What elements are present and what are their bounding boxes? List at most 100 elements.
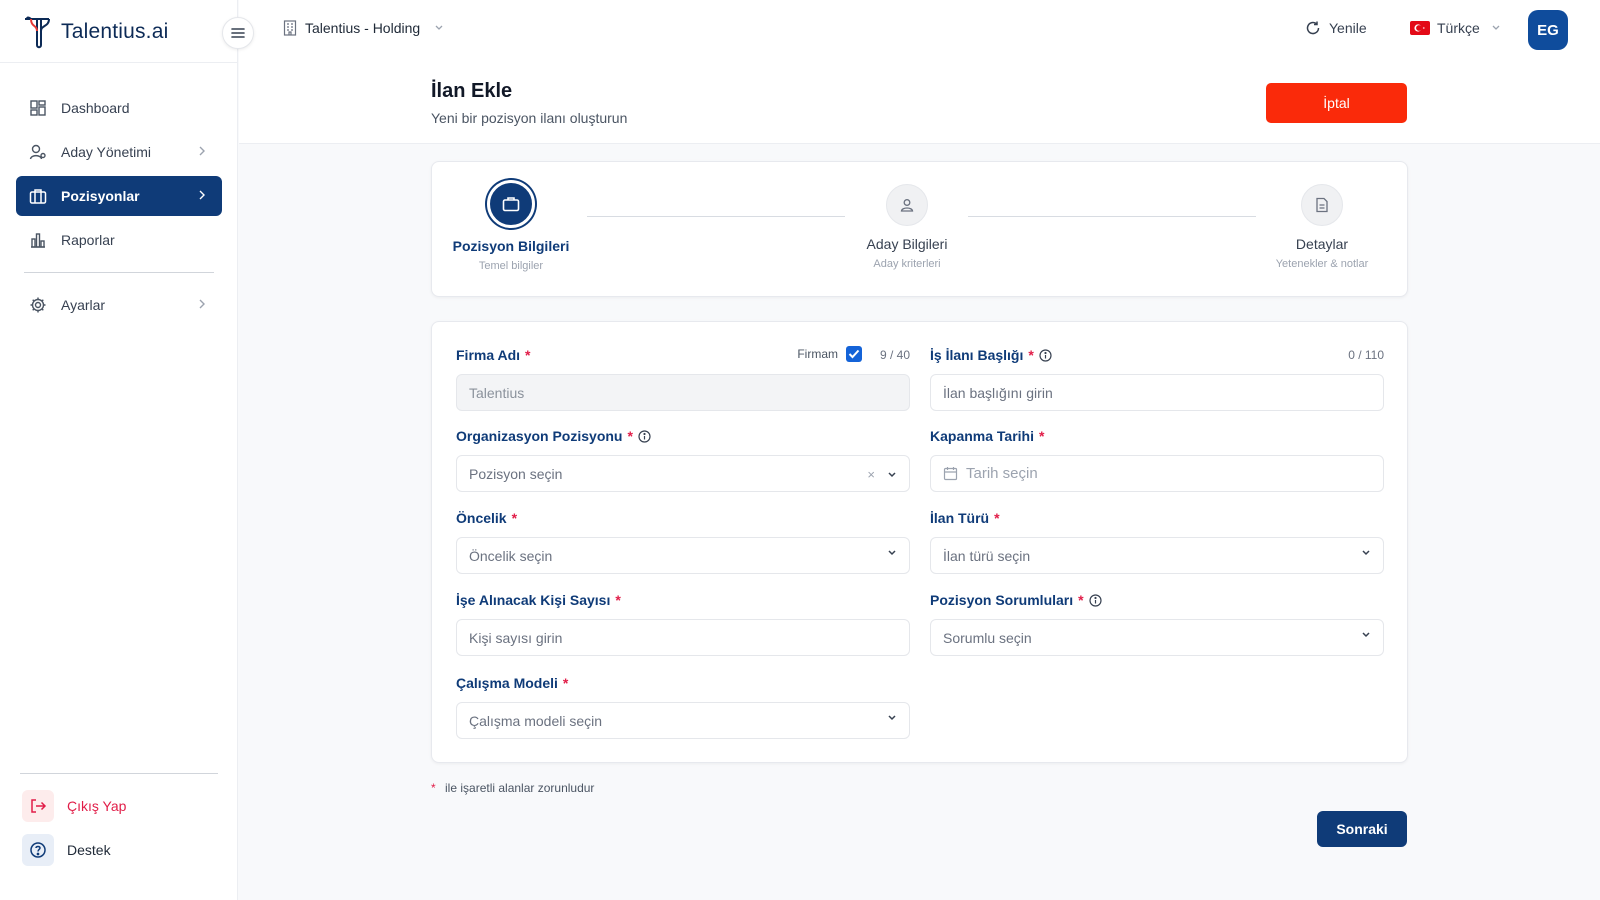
user-icon	[29, 143, 47, 161]
sorumlular-select[interactable]: Sorumlu seçin	[930, 619, 1384, 656]
sidebar-item-dashboard[interactable]: Dashboard	[16, 88, 222, 128]
building-icon	[283, 20, 297, 36]
logo-row: Talentius.ai	[0, 0, 238, 63]
briefcase-icon	[487, 180, 535, 228]
chevron-down-icon	[887, 714, 897, 722]
org-pozisyon-label: Organizasyon Pozisyonu	[456, 428, 623, 444]
step-detaylar[interactable]: Detaylar Yetenekler & notlar	[1252, 184, 1392, 270]
firma-adi-label: Firma Adı	[456, 347, 521, 363]
field-label: Öncelik *	[456, 509, 910, 527]
language-selector[interactable]: Türkçe	[1410, 20, 1501, 36]
required-mark: *	[627, 428, 633, 444]
kapanma-tarihi-datepicker[interactable]: Tarih seçin	[930, 455, 1384, 492]
placeholder: Kişi sayısı girin	[469, 629, 563, 646]
select-controls: ×	[867, 467, 897, 482]
nav-divider	[24, 272, 214, 273]
page-title: İlan Ekle	[431, 80, 513, 102]
org-pozisyon-field: Organizasyon Pozisyonu * Pozisyon seçin …	[456, 427, 910, 492]
company-selector[interactable]: Talentius - Holding	[283, 20, 444, 36]
avatar[interactable]: EG	[1528, 10, 1568, 50]
menu-icon	[231, 27, 245, 39]
kisi-sayisi-input[interactable]: Kişi sayısı girin	[456, 619, 910, 656]
required-mark: *	[1028, 347, 1034, 363]
field-label: İş İlanı Başlığı *	[930, 346, 1384, 364]
logout-label: Çıkış Yap	[67, 798, 127, 814]
sidebar-item-raporlar[interactable]: Raporlar	[16, 220, 222, 260]
refresh-label: Yenile	[1329, 20, 1367, 36]
sidebar-item-label: Aday Yönetimi	[61, 144, 152, 160]
cancel-button[interactable]: İptal	[1266, 83, 1407, 123]
gear-icon	[29, 296, 47, 314]
grid-icon	[29, 99, 47, 117]
calisma-modeli-field: Çalışma Modeli * Çalışma modeli seçin	[456, 674, 910, 739]
firma-adi-input[interactable]: Talentius	[456, 374, 910, 411]
company-name: Talentius - Holding	[305, 20, 421, 36]
refresh-button[interactable]: Yenile	[1305, 20, 1367, 36]
chevron-down-icon	[1361, 549, 1371, 557]
sidebar-item-aday-yonetimi[interactable]: Aday Yönetimi	[16, 132, 222, 172]
language-label: Türkçe	[1437, 20, 1480, 36]
step-label: Detaylar	[1295, 236, 1349, 252]
support-label: Destek	[67, 842, 111, 858]
calendar-icon	[943, 466, 958, 481]
sidebar-item-label: Dashboard	[61, 100, 130, 116]
stepper: Pozisyon Bilgileri Temel bilgiler Aday B…	[431, 161, 1408, 297]
sorumlular-label: Pozisyon Sorumluları	[930, 592, 1074, 608]
ilan-basligi-label: İş İlanı Başlığı	[930, 347, 1024, 363]
user-icon	[886, 184, 928, 226]
briefcase-icon	[29, 187, 47, 205]
clear-icon[interactable]: ×	[867, 467, 875, 482]
info-icon[interactable]	[638, 429, 651, 443]
ilan-turu-field: İlan Türü * İlan türü seçin	[930, 509, 1384, 574]
chevron-right-icon	[198, 145, 206, 157]
firmam-checkbox[interactable]	[846, 346, 862, 362]
placeholder: Çalışma modeli seçin	[469, 712, 603, 729]
calisma-modeli-select[interactable]: Çalışma modeli seçin	[456, 702, 910, 739]
field-label: Organizasyon Pozisyonu *	[456, 427, 910, 445]
chevron-right-icon	[198, 189, 206, 201]
support-button[interactable]: Destek	[22, 834, 111, 866]
turkey-flag-icon	[1410, 21, 1430, 35]
required-note-text: ile işaretli alanlar zorunludur	[445, 781, 595, 795]
char-counter: 9 / 40	[879, 348, 910, 362]
refresh-icon	[1305, 20, 1321, 36]
sidebar: Talentius.ai Dashboard Aday Yönetimi Poz…	[0, 0, 254, 900]
sidebar-toggle-button[interactable]	[222, 17, 254, 49]
topbar: Talentius - Holding Yenile Türkçe EG	[239, 0, 1600, 60]
kapanma-tarihi-label: Kapanma Tarihi	[930, 428, 1034, 444]
required-mark: *	[525, 347, 531, 363]
placeholder: İlan türü seçin	[943, 547, 1031, 564]
field-label: Pozisyon Sorumluları *	[930, 591, 1384, 609]
oncelik-select[interactable]: Öncelik seçin	[456, 537, 910, 574]
required-mark: *	[1039, 428, 1045, 444]
sidebar-item-ayarlar[interactable]: Ayarlar	[16, 285, 222, 325]
bar-chart-icon	[29, 231, 47, 249]
next-button[interactable]: Sonraki	[1317, 811, 1407, 847]
step-aday-bilgileri[interactable]: Aday Bilgileri Aday kriterleri	[845, 184, 969, 270]
logout-icon	[22, 790, 54, 822]
step-pozisyon-bilgileri[interactable]: Pozisyon Bilgileri Temel bilgiler	[448, 180, 574, 272]
chevron-right-icon	[198, 298, 206, 310]
chevron-down-icon	[887, 471, 897, 479]
chevron-down-icon	[1491, 24, 1501, 32]
firmam-checkbox-group[interactable]: Firmam	[797, 346, 862, 362]
org-pozisyon-select[interactable]: Pozisyon seçin ×	[456, 455, 910, 492]
help-icon	[22, 834, 54, 866]
info-icon[interactable]	[1039, 348, 1052, 362]
kisi-sayisi-field: İşe Alınacak Kişi Sayısı * Kişi sayısı g…	[456, 591, 910, 656]
chevron-down-icon	[434, 24, 444, 32]
logout-button[interactable]: Çıkış Yap	[22, 790, 126, 822]
calisma-modeli-label: Çalışma Modeli	[456, 675, 558, 691]
talentius-logo-icon	[23, 15, 55, 49]
step-connector	[587, 216, 845, 217]
brand-name: Talentius.ai	[61, 20, 169, 43]
oncelik-field: Öncelik * Öncelik seçin	[456, 509, 910, 574]
sidebar-item-label: Ayarlar	[61, 297, 106, 313]
sidebar-item-pozisyonlar[interactable]: Pozisyonlar	[16, 176, 222, 216]
brand-logo[interactable]: Talentius.ai	[23, 15, 168, 49]
ilan-basligi-input[interactable]: İlan başlığını girin	[930, 374, 1384, 411]
bottom-divider	[20, 773, 218, 774]
info-icon[interactable]	[1088, 593, 1102, 607]
step-label: Aday Bilgileri	[866, 236, 948, 252]
ilan-turu-select[interactable]: İlan türü seçin	[930, 537, 1384, 574]
